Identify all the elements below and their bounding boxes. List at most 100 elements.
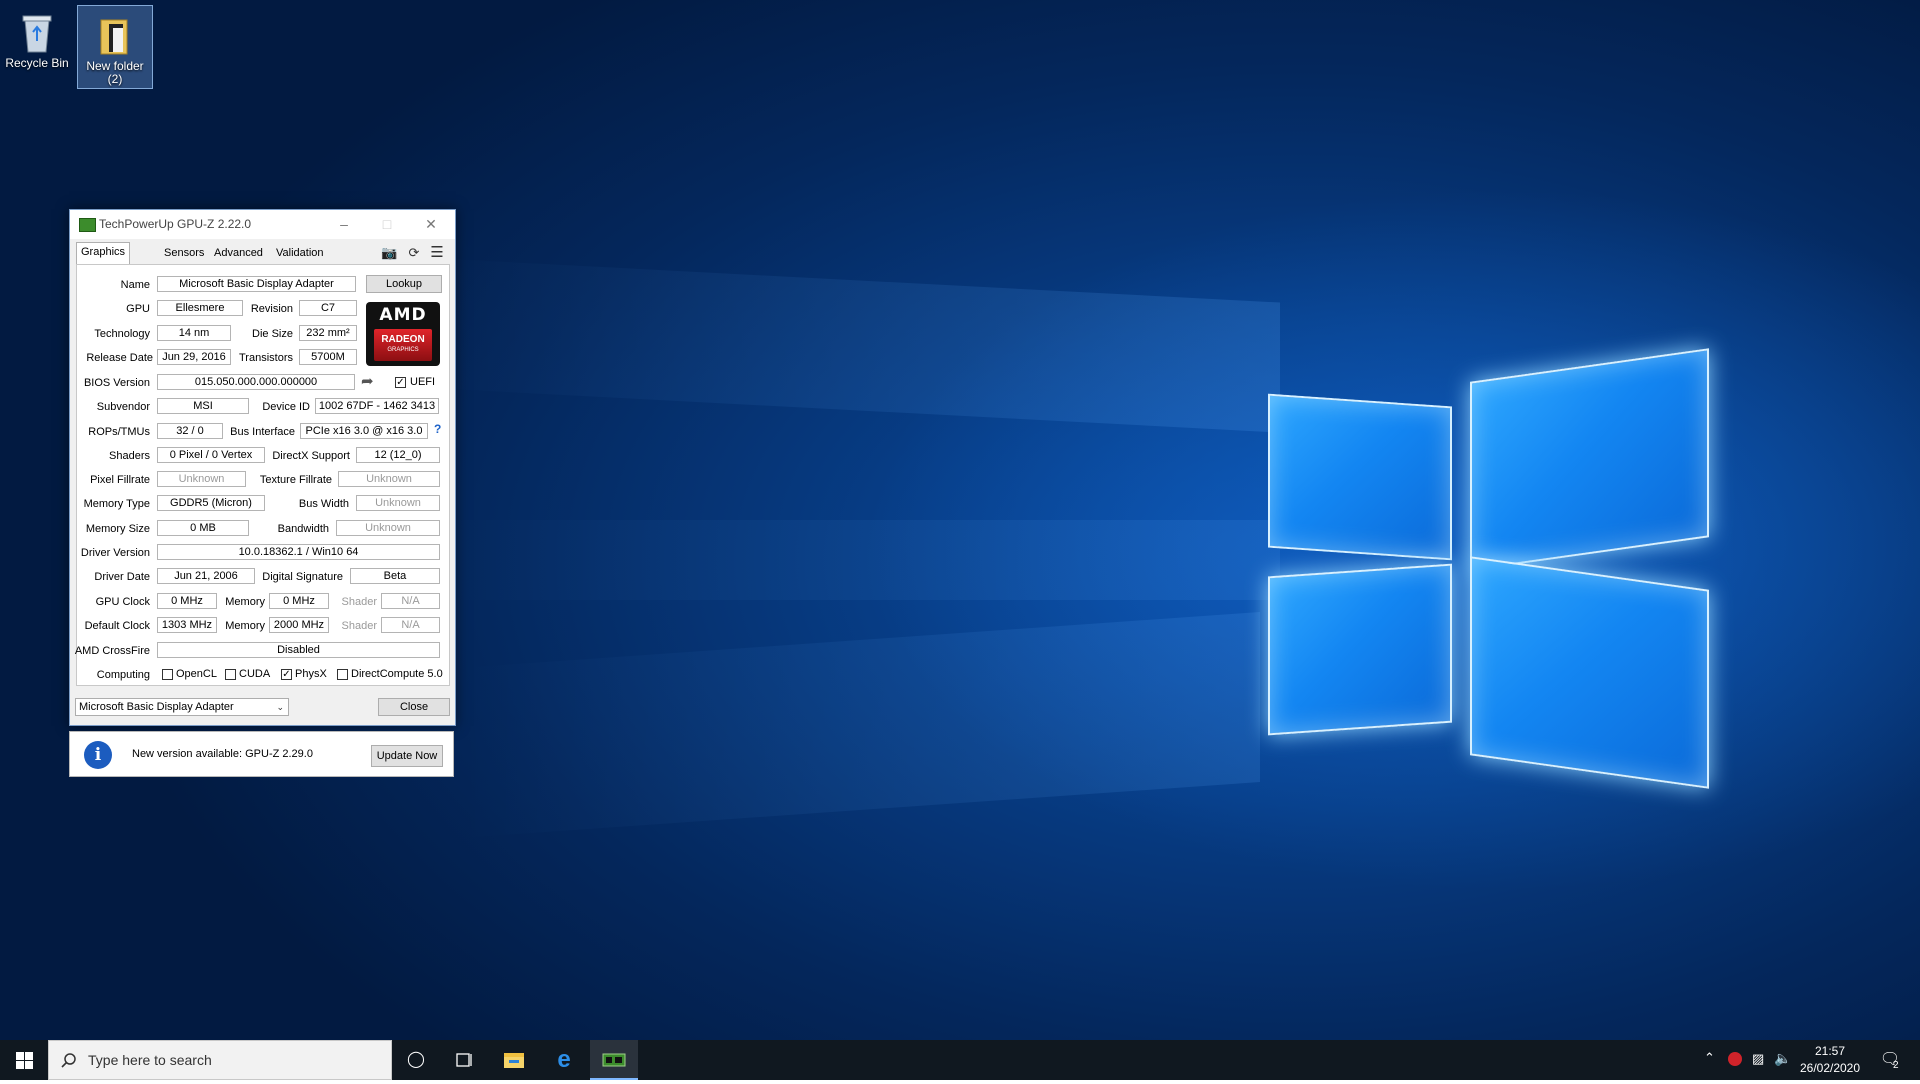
directcompute-checkbox[interactable] <box>337 669 348 680</box>
update-notice: i New version available: GPU-Z 2.29.0 Up… <box>69 731 454 777</box>
file-explorer-icon[interactable] <box>490 1040 538 1080</box>
subvendor-field: MSI <box>157 398 249 414</box>
security-alert-icon[interactable] <box>1728 1052 1742 1066</box>
maximize-button[interactable]: □ <box>374 214 400 234</box>
tab-sensors[interactable]: Sensors <box>160 244 208 263</box>
task-view-icon[interactable] <box>440 1040 488 1080</box>
memory-type-field: GDDR5 (Micron) <box>157 495 265 511</box>
texture-fillrate-field: Unknown <box>338 471 440 487</box>
subvendor-label: Subvendor <box>96 401 150 413</box>
texture-fillrate-label: Texture Fillrate <box>259 474 332 486</box>
chevron-down-icon: ⌄ <box>276 702 284 712</box>
start-button[interactable] <box>0 1040 48 1080</box>
update-now-button[interactable]: Update Now <box>371 745 443 767</box>
name-field: Microsoft Basic Display Adapter <box>157 276 356 292</box>
memory-size-field: 0 MB <box>157 520 249 536</box>
info-icon: i <box>84 741 112 769</box>
device-id-label: Device ID <box>262 401 310 413</box>
tab-advanced[interactable]: Advanced <box>210 244 267 263</box>
gpu-shader-label: Shader <box>341 596 377 608</box>
close-button[interactable]: Close <box>378 698 450 716</box>
shaders-label: Shaders <box>109 450 150 462</box>
lookup-button[interactable]: Lookup <box>366 275 442 293</box>
search-placeholder: Type here to search <box>88 1052 212 1068</box>
default-clock-field: 1303 MHz <box>157 617 217 633</box>
opencl-label: OpenCL <box>176 668 217 680</box>
light-beam <box>420 520 1280 600</box>
close-window-button[interactable]: ✕ <box>418 214 444 234</box>
bandwidth-field: Unknown <box>336 520 440 536</box>
physx-checkbox[interactable]: ✓ <box>281 669 292 680</box>
revision-label: Revision <box>250 303 293 315</box>
transistors-label: Transistors <box>239 352 293 364</box>
update-notice-text: New version available: GPU-Z 2.29.0 <box>132 748 313 760</box>
bus-width-label: Bus Width <box>298 498 349 510</box>
gpu-label: GPU <box>126 303 150 315</box>
gpu-clock-field: 0 MHz <box>157 593 217 609</box>
recycle-bin-icon[interactable]: Recycle Bin <box>0 2 74 80</box>
release-date-label: Release Date <box>86 352 153 364</box>
directx-support-label: DirectX Support <box>272 450 350 462</box>
bus-interface-label: Bus Interface <box>230 426 295 438</box>
die-size-field: 232 mm² <box>299 325 357 341</box>
tab-validation[interactable]: Validation <box>272 244 328 263</box>
recycle-bin-icon <box>17 10 57 54</box>
refresh-icon[interactable]: ⟳ <box>406 245 422 261</box>
search-box[interactable]: Type here to search <box>48 1040 392 1080</box>
digital-signature-field: Beta <box>350 568 440 584</box>
share-icon[interactable]: ➦ <box>361 372 374 390</box>
rops-tmus-label: ROPs/TMUs <box>88 426 150 438</box>
help-icon[interactable]: ? <box>434 422 441 436</box>
edge-browser-icon[interactable]: e <box>540 1040 588 1080</box>
opencl-checkbox[interactable] <box>162 669 173 680</box>
tab-graphics-card[interactable]: Graphics Card <box>76 242 131 276</box>
volume-icon[interactable]: 🔈 <box>1774 1050 1791 1067</box>
pixel-fillrate-label: Pixel Fillrate <box>90 474 150 486</box>
computing-label: Computing <box>96 669 150 681</box>
device-id-field: 1002 67DF - 1462 3413 <box>315 398 439 414</box>
driver-version-label: Driver Version <box>80 547 150 559</box>
technology-label: Technology <box>94 328 150 340</box>
technology-field: 14 nm <box>157 325 231 341</box>
new-folder-icon[interactable]: New folder (2) <box>77 5 153 89</box>
windows-start-icon <box>15 1052 33 1069</box>
gpu-field: Ellesmere <box>157 300 243 316</box>
windows-logo <box>1260 345 1710 789</box>
cortana-icon[interactable]: ◯ <box>392 1040 440 1080</box>
default-clock-label: Default Clock <box>84 620 150 632</box>
release-date-field: Jun 29, 2016 <box>157 349 231 365</box>
gpuz-app-icon <box>79 218 96 232</box>
bios-version-label: BIOS Version <box>83 377 150 389</box>
menu-icon[interactable]: ☰ <box>429 245 445 261</box>
network-icon[interactable]: ▨ <box>1752 1051 1764 1067</box>
default-shader-label: Shader <box>341 620 377 632</box>
action-center-icon[interactable]: 🗨 <box>1866 1040 1914 1080</box>
minimize-button[interactable]: – <box>331 214 357 234</box>
show-hidden-icons-chevron-up-icon[interactable]: ⌃ <box>1704 1050 1715 1066</box>
search-icon <box>61 1053 76 1068</box>
default-shader-field: N/A <box>381 617 440 633</box>
gpuz-taskbar-icon[interactable] <box>590 1040 638 1080</box>
physx-label: PhysX <box>295 668 327 680</box>
amd-crossfire-field: Disabled <box>157 642 440 658</box>
revision-field: C7 <box>299 300 357 316</box>
folder-icon <box>95 14 135 58</box>
transistors-field: 5700M <box>299 349 357 365</box>
driver-version-field: 10.0.18362.1 / Win10 64 <box>157 544 440 560</box>
window-title: TechPowerUp GPU-Z 2.22.0 <box>99 217 252 231</box>
taskbar: Type here to search ◯ e ⌃ ▨ 🔈 21:57 26/0… <box>0 1040 1920 1080</box>
light-beam <box>460 612 1260 838</box>
directcompute-label: DirectCompute 5.0 <box>351 668 443 680</box>
name-label: Name <box>120 279 150 291</box>
amd-radeon-logo: AMD RADEON GRAPHICS <box>366 302 440 366</box>
driver-date-field: Jun 21, 2006 <box>157 568 255 584</box>
pixel-fillrate-field: Unknown <box>157 471 246 487</box>
uefi-checkbox[interactable]: ✓ <box>395 377 406 388</box>
camera-icon[interactable]: 📷 <box>381 245 397 261</box>
bandwidth-label: Bandwidth <box>277 523 329 535</box>
title-bar[interactable]: TechPowerUp GPU-Z 2.22.0 – □ ✕ <box>70 210 455 239</box>
adapter-select[interactable]: Microsoft Basic Display Adapter ⌄ <box>75 698 289 716</box>
directx-support-field: 12 (12_0) <box>356 447 440 463</box>
gpu-clock-label: GPU Clock <box>95 596 150 608</box>
cuda-checkbox[interactable] <box>225 669 236 680</box>
